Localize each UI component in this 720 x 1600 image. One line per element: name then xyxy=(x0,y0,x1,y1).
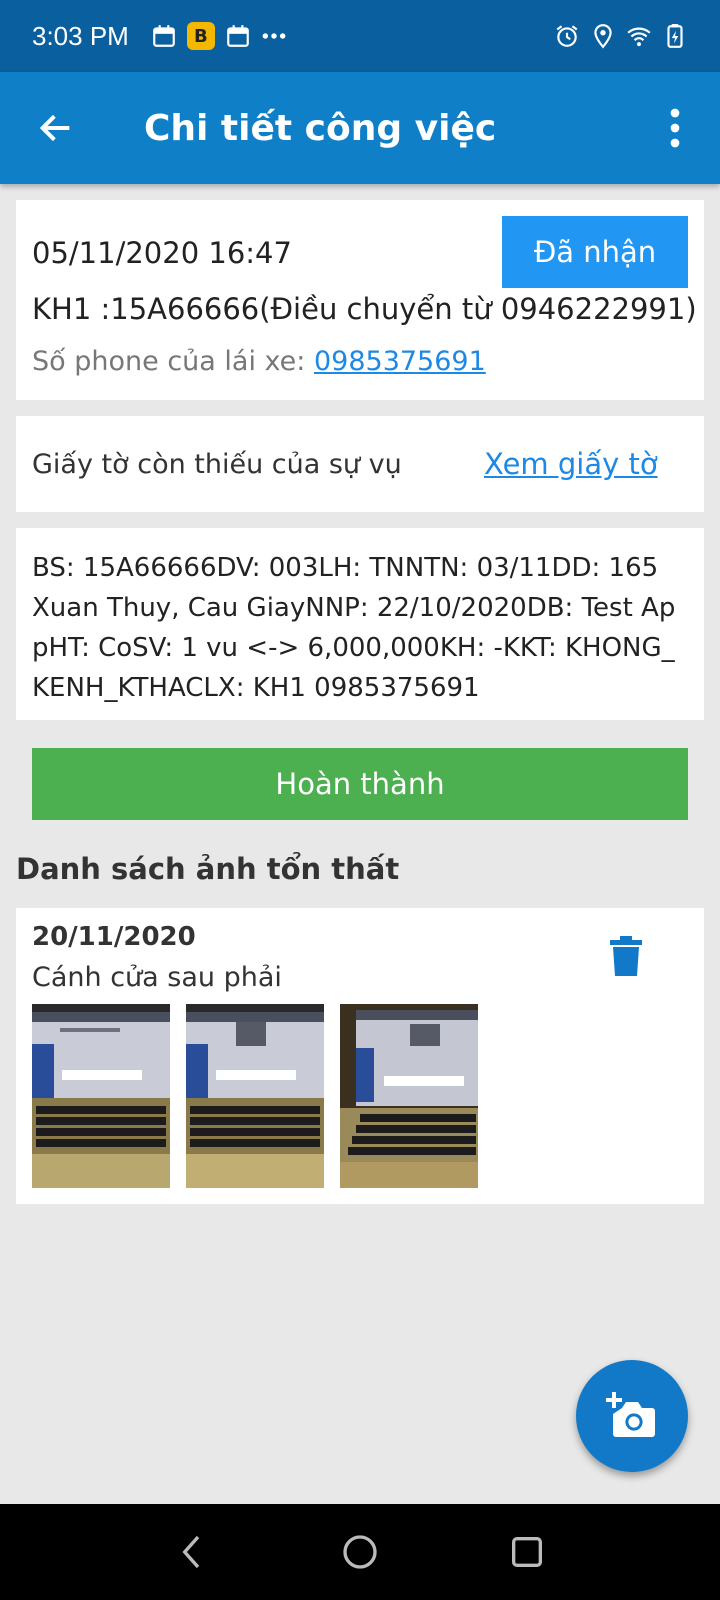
photo-thumbnails xyxy=(32,1004,478,1188)
nav-recents-icon xyxy=(511,1537,542,1567)
nav-back-icon xyxy=(182,1535,200,1569)
arrow-left-icon xyxy=(39,114,70,142)
back-button[interactable] xyxy=(0,72,112,184)
missing-documents-label: Giấy tờ còn thiếu của sự vụ xyxy=(32,449,402,480)
vehicle-info: KH1 :15A66666(Điều chuyển từ 0946222991) xyxy=(32,292,697,326)
calendar-icon xyxy=(151,23,177,49)
damage-photo-item: 20/11/2020 Cánh cửa sau phải xyxy=(16,908,704,1204)
job-datetime: 05/11/2020 16:47 xyxy=(32,236,292,270)
nav-recents-button[interactable] xyxy=(505,1530,549,1574)
driver-phone-label: Số phone của lái xe: xyxy=(32,346,314,377)
status-notification-icons: B xyxy=(151,22,287,50)
damage-photo-thumbnail[interactable] xyxy=(186,1004,324,1188)
view-documents-link[interactable]: Xem giấy tờ xyxy=(484,447,658,481)
nav-back-button[interactable] xyxy=(171,1530,215,1574)
wifi-icon xyxy=(626,23,652,49)
photo-part-name: Cánh cửa sau phải xyxy=(32,962,282,993)
trash-icon xyxy=(610,936,642,976)
app-notification-icon: B xyxy=(186,22,215,50)
missing-documents-card: Giấy tờ còn thiếu của sự vụ Xem giấy tờ xyxy=(16,416,704,512)
app-bar: Chi tiết công việc xyxy=(0,72,720,184)
overflow-menu-button[interactable] xyxy=(630,72,720,184)
page-title: Chi tiết công việc xyxy=(144,107,497,149)
job-summary-card: 05/11/2020 16:47 Đã nhận KH1 :15A66666(Đ… xyxy=(16,200,704,400)
add-photo-fab[interactable] xyxy=(576,1360,688,1472)
nav-home-icon xyxy=(343,1535,377,1569)
add-a-photo-icon xyxy=(606,1392,655,1437)
alarm-icon xyxy=(554,23,580,49)
laptop-photo-image xyxy=(340,1004,478,1188)
driver-phone-link[interactable]: 0985375691 xyxy=(314,346,486,377)
nav-home-button[interactable] xyxy=(338,1530,382,1574)
more-vert-icon xyxy=(670,108,680,148)
photo-date: 20/11/2020 xyxy=(32,922,196,952)
case-info-text: BS: 15A66666DV: 003LH: TNNTN: 03/11DD: 1… xyxy=(32,553,676,703)
system-nav-bar xyxy=(0,1504,720,1600)
driver-phone-row: Số phone của lái xe: 0985375691 xyxy=(32,346,486,377)
received-status-button[interactable]: Đã nhận xyxy=(502,216,688,288)
more-dots-icon xyxy=(261,23,287,49)
laptop-photo-image xyxy=(186,1004,324,1188)
complete-button[interactable]: Hoàn thành xyxy=(32,748,688,820)
damage-photo-thumbnail[interactable] xyxy=(340,1004,478,1188)
damage-photo-thumbnail[interactable] xyxy=(32,1004,170,1188)
location-icon xyxy=(590,23,616,49)
status-system-icons xyxy=(554,23,688,49)
battery-charging-icon xyxy=(662,23,688,49)
status-time: 3:03 PM xyxy=(32,20,129,51)
case-info-card: BS: 15A66666DV: 003LH: TNNTN: 03/11DD: 1… xyxy=(16,528,704,720)
status-bar: 3:03 PM B xyxy=(0,0,720,72)
laptop-photo-image xyxy=(32,1004,170,1188)
delete-photos-button[interactable] xyxy=(610,936,642,976)
damage-photos-title: Danh sách ảnh tổn thất xyxy=(16,852,400,886)
calendar-icon xyxy=(225,23,251,49)
